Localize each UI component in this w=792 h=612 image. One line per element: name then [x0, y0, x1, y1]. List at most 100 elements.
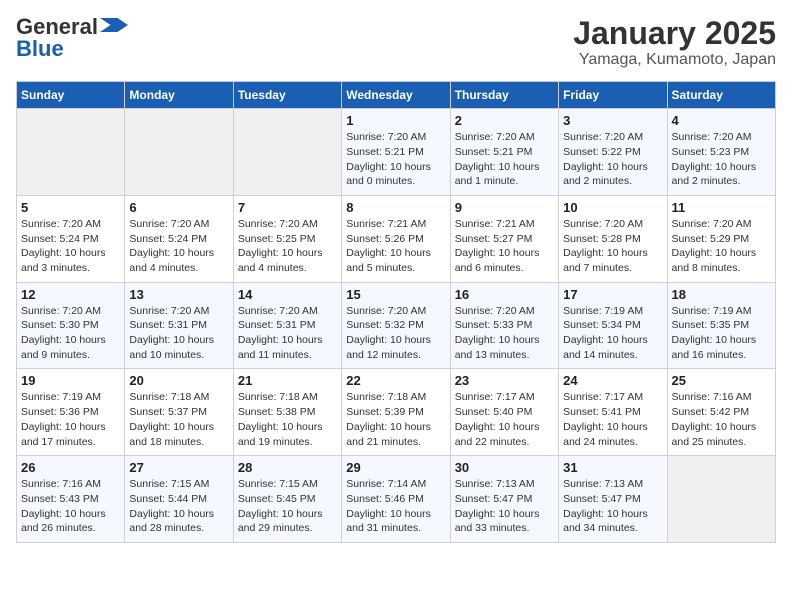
calendar-day-cell: 26 Sunrise: 7:16 AMSunset: 5:43 PMDayligh…: [17, 456, 125, 543]
empty-day-cell: [125, 109, 233, 196]
day-number: 7: [238, 200, 337, 215]
day-number: 16: [455, 287, 554, 302]
day-number: 28: [238, 460, 337, 475]
calendar-week-row: 19 Sunrise: 7:19 AMSunset: 5:36 PMDayligh…: [17, 369, 776, 456]
day-number: 3: [563, 113, 662, 128]
day-number: 9: [455, 200, 554, 215]
day-number: 17: [563, 287, 662, 302]
day-header-wednesday: Wednesday: [342, 82, 450, 109]
calendar-week-row: 26 Sunrise: 7:16 AMSunset: 5:43 PMDayligh…: [17, 456, 776, 543]
calendar-day-cell: 11 Sunrise: 7:20 AMSunset: 5:29 PMDayligh…: [667, 195, 775, 282]
day-number: 8: [346, 200, 445, 215]
day-info: Sunrise: 7:20 AMSunset: 5:28 PMDaylight:…: [563, 217, 662, 276]
calendar-day-cell: 13Sunrise: 7:20 AMSunset: 5:31 PMDayligh…: [125, 282, 233, 369]
calendar-day-cell: 29 Sunrise: 7:14 AMSunset: 5:46 PMDayligh…: [342, 456, 450, 543]
day-number: 30: [455, 460, 554, 475]
day-number: 1: [346, 113, 445, 128]
day-info: Sunrise: 7:19 AMSunset: 5:35 PMDaylight:…: [672, 304, 771, 363]
calendar-week-row: 12 Sunrise: 7:20 AMSunset: 5:30 PMDayligh…: [17, 282, 776, 369]
day-number: 31: [563, 460, 662, 475]
day-number: 18: [672, 287, 771, 302]
day-number: 2: [455, 113, 554, 128]
location-subtitle: Yamaga, Kumamoto, Japan: [573, 51, 776, 69]
day-info: Sunrise: 7:21 AMSunset: 5:26 PMDaylight:…: [346, 217, 445, 276]
calendar-day-cell: 5 Sunrise: 7:20 AMSunset: 5:24 PMDaylight…: [17, 195, 125, 282]
day-info: Sunrise: 7:20 AMSunset: 5:25 PMDaylight:…: [238, 217, 337, 276]
day-info: Sunrise: 7:20 AMSunset: 5:30 PMDaylight:…: [21, 304, 120, 363]
day-info: Sunrise: 7:20 AMSunset: 5:24 PMDaylight:…: [129, 217, 228, 276]
calendar-day-cell: 19 Sunrise: 7:19 AMSunset: 5:36 PMDayligh…: [17, 369, 125, 456]
calendar-day-cell: 9 Sunrise: 7:21 AMSunset: 5:27 PMDaylight…: [450, 195, 558, 282]
page-header: General Blue January 2025 Yamaga, Kumamo…: [16, 16, 776, 69]
logo: General Blue: [16, 16, 128, 60]
day-info: Sunrise: 7:19 AMSunset: 5:34 PMDaylight:…: [563, 304, 662, 363]
day-header-thursday: Thursday: [450, 82, 558, 109]
calendar-day-cell: 18 Sunrise: 7:19 AMSunset: 5:35 PMDayligh…: [667, 282, 775, 369]
calendar-day-cell: 16 Sunrise: 7:20 AMSunset: 5:33 PMDayligh…: [450, 282, 558, 369]
day-header-monday: Monday: [125, 82, 233, 109]
day-info: Sunrise: 7:21 AMSunset: 5:27 PMDaylight:…: [455, 217, 554, 276]
calendar-day-cell: 30 Sunrise: 7:13 AMSunset: 5:47 PMDayligh…: [450, 456, 558, 543]
logo-blue-text: Blue: [16, 38, 64, 60]
day-number: 12: [21, 287, 120, 302]
calendar-day-cell: 1 Sunrise: 7:20 AMSunset: 5:21 PMDaylight…: [342, 109, 450, 196]
day-info: Sunrise: 7:13 AMSunset: 5:47 PMDaylight:…: [455, 477, 554, 536]
day-info: Sunrise: 7:20 AMSunset: 5:24 PMDaylight:…: [21, 217, 120, 276]
logo-arrow-icon: [100, 18, 128, 32]
day-info: Sunrise: 7:15 AMSunset: 5:44 PMDaylight:…: [129, 477, 228, 536]
calendar-day-cell: 4 Sunrise: 7:20 AMSunset: 5:23 PMDaylight…: [667, 109, 775, 196]
calendar-day-cell: 15Sunrise: 7:20 AMSunset: 5:32 PMDayligh…: [342, 282, 450, 369]
day-number: 6: [129, 200, 228, 215]
day-number: 29: [346, 460, 445, 475]
day-info: Sunrise: 7:20 AMSunset: 5:21 PMDaylight:…: [455, 130, 554, 189]
empty-day-cell: [17, 109, 125, 196]
calendar-day-cell: 3Sunrise: 7:20 AMSunset: 5:22 PMDaylight…: [559, 109, 667, 196]
empty-day-cell: [667, 456, 775, 543]
calendar-day-cell: 8 Sunrise: 7:21 AMSunset: 5:26 PMDaylight…: [342, 195, 450, 282]
day-info: Sunrise: 7:18 AMSunset: 5:38 PMDaylight:…: [238, 390, 337, 449]
day-info: Sunrise: 7:14 AMSunset: 5:46 PMDaylight:…: [346, 477, 445, 536]
day-info: Sunrise: 7:17 AMSunset: 5:41 PMDaylight:…: [563, 390, 662, 449]
day-number: 11: [672, 200, 771, 215]
calendar-day-cell: 12 Sunrise: 7:20 AMSunset: 5:30 PMDayligh…: [17, 282, 125, 369]
calendar-header-row: SundayMondayTuesdayWednesdayThursdayFrid…: [17, 82, 776, 109]
calendar-week-row: 5 Sunrise: 7:20 AMSunset: 5:24 PMDaylight…: [17, 195, 776, 282]
day-header-tuesday: Tuesday: [233, 82, 341, 109]
day-number: 14: [238, 287, 337, 302]
day-number: 20: [129, 373, 228, 388]
day-info: Sunrise: 7:15 AMSunset: 5:45 PMDaylight:…: [238, 477, 337, 536]
day-number: 25: [672, 373, 771, 388]
calendar-day-cell: 2 Sunrise: 7:20 AMSunset: 5:21 PMDaylight…: [450, 109, 558, 196]
day-info: Sunrise: 7:20 AMSunset: 5:21 PMDaylight:…: [346, 130, 445, 189]
day-number: 4: [672, 113, 771, 128]
calendar-day-cell: 7 Sunrise: 7:20 AMSunset: 5:25 PMDaylight…: [233, 195, 341, 282]
day-number: 19: [21, 373, 120, 388]
calendar-day-cell: 24Sunrise: 7:17 AMSunset: 5:41 PMDayligh…: [559, 369, 667, 456]
day-info: Sunrise: 7:20 AMSunset: 5:29 PMDaylight:…: [672, 217, 771, 276]
day-info: Sunrise: 7:20 AMSunset: 5:31 PMDaylight:…: [129, 304, 228, 363]
calendar-day-cell: 6 Sunrise: 7:20 AMSunset: 5:24 PMDaylight…: [125, 195, 233, 282]
calendar-day-cell: 17 Sunrise: 7:19 AMSunset: 5:34 PMDayligh…: [559, 282, 667, 369]
calendar-day-cell: 31Sunrise: 7:13 AMSunset: 5:47 PMDayligh…: [559, 456, 667, 543]
day-number: 15: [346, 287, 445, 302]
day-info: Sunrise: 7:16 AMSunset: 5:42 PMDaylight:…: [672, 390, 771, 449]
day-number: 5: [21, 200, 120, 215]
logo-text: General: [16, 16, 98, 38]
day-number: 27: [129, 460, 228, 475]
day-info: Sunrise: 7:16 AMSunset: 5:43 PMDaylight:…: [21, 477, 120, 536]
day-number: 21: [238, 373, 337, 388]
day-info: Sunrise: 7:18 AMSunset: 5:39 PMDaylight:…: [346, 390, 445, 449]
day-header-sunday: Sunday: [17, 82, 125, 109]
calendar-day-cell: 21 Sunrise: 7:18 AMSunset: 5:38 PMDayligh…: [233, 369, 341, 456]
day-number: 22: [346, 373, 445, 388]
day-header-saturday: Saturday: [667, 82, 775, 109]
calendar-day-cell: 14Sunrise: 7:20 AMSunset: 5:31 PMDayligh…: [233, 282, 341, 369]
day-info: Sunrise: 7:19 AMSunset: 5:36 PMDaylight:…: [21, 390, 120, 449]
day-info: Sunrise: 7:20 AMSunset: 5:23 PMDaylight:…: [672, 130, 771, 189]
title-block: January 2025 Yamaga, Kumamoto, Japan: [573, 16, 776, 69]
calendar-week-row: 1 Sunrise: 7:20 AMSunset: 5:21 PMDaylight…: [17, 109, 776, 196]
day-number: 26: [21, 460, 120, 475]
calendar-day-cell: 23Sunrise: 7:17 AMSunset: 5:40 PMDayligh…: [450, 369, 558, 456]
day-info: Sunrise: 7:17 AMSunset: 5:40 PMDaylight:…: [455, 390, 554, 449]
day-info: Sunrise: 7:20 AMSunset: 5:33 PMDaylight:…: [455, 304, 554, 363]
